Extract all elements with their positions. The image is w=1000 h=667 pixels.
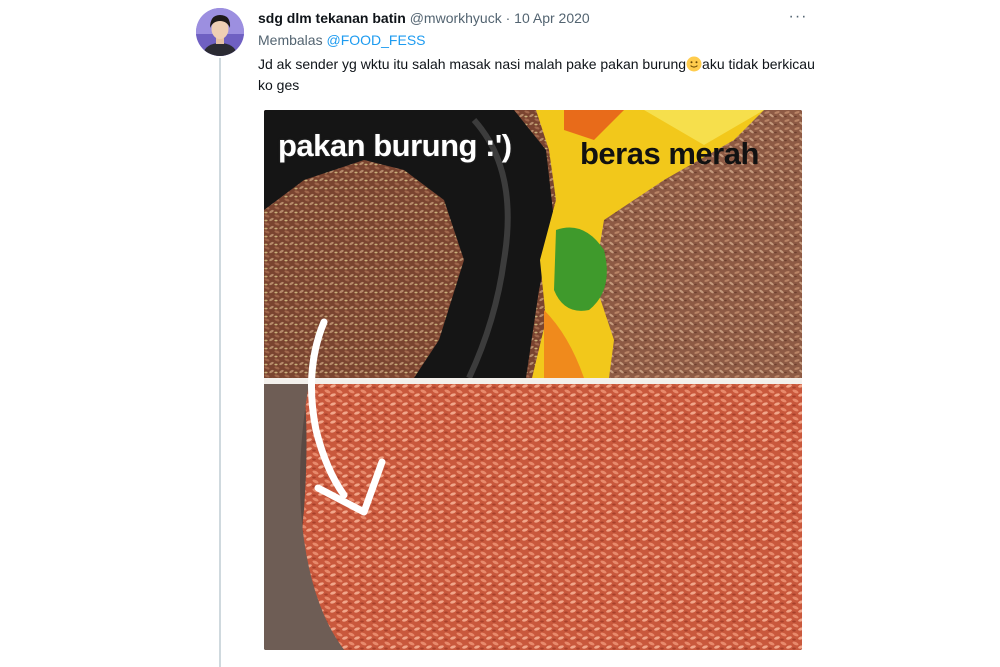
thread-connector-line [219,58,221,667]
slightly-smiling-face-emoji [686,56,702,72]
avatar[interactable] [196,8,244,56]
image-caption-beras-merah: beras merah [580,136,759,171]
display-name[interactable]: sdg dlm tekanan batin [258,10,406,26]
image-caption-pakan-burung: pakan burung :') [278,128,512,163]
rice-comparison-photo [264,110,802,650]
cooked-rice [302,384,802,650]
more-horizontal-icon[interactable]: ··· [786,9,810,25]
reply-context: Membalas @FOOD_FESS [258,32,426,48]
reply-prefix: Membalas [258,32,323,48]
header-separator: · [505,10,511,26]
tweet-text-part-1: Jd ak sender yg wktu itu salah masak nas… [258,56,687,72]
tweet-thread: sdg dlm tekanan batin @mworkhyuck · 10 A… [0,0,1000,667]
tweet-date[interactable]: 10 Apr 2020 [514,10,590,26]
tweet-media-image[interactable]: pakan burung :') beras merah [264,110,802,650]
tweet-header: sdg dlm tekanan batin @mworkhyuck · 10 A… [258,10,590,26]
user-handle[interactable]: @mworkhyuck [410,10,502,26]
avatar-image [196,8,244,56]
tweet-text: Jd ak sender yg wktu itu salah masak nas… [258,54,818,96]
reply-mention-link[interactable]: @FOOD_FESS [326,32,425,48]
collage-divider [264,378,802,384]
